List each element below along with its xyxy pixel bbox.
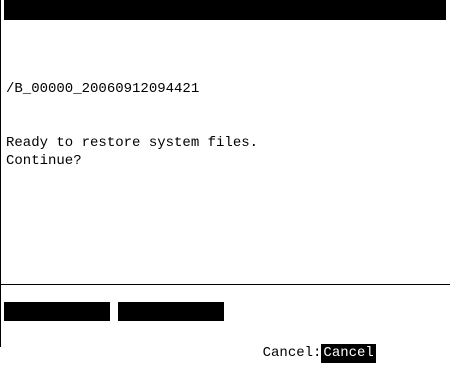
no-button-label: No — [154, 322, 172, 338]
cancel-row: Cancel: Cancel — [229, 325, 376, 363]
yes-button[interactable]: Yes — [4, 302, 110, 338]
system-restore-screen: System Restore /B_00000_20060912094421 R… — [0, 0, 450, 363]
window-title-bar: System Restore — [4, 0, 446, 38]
screen-left-border — [0, 0, 1, 347]
no-button[interactable]: No — [118, 302, 224, 338]
softkey-separator — [0, 284, 450, 285]
window-title: System Restore — [40, 22, 159, 38]
yes-button-label: Yes — [40, 322, 66, 338]
confirm-message-line2: Continue? — [6, 153, 82, 169]
backup-path-text: /B_00000_20060912094421 — [6, 81, 200, 97]
confirm-message-line1: Ready to restore system files. — [6, 135, 259, 151]
